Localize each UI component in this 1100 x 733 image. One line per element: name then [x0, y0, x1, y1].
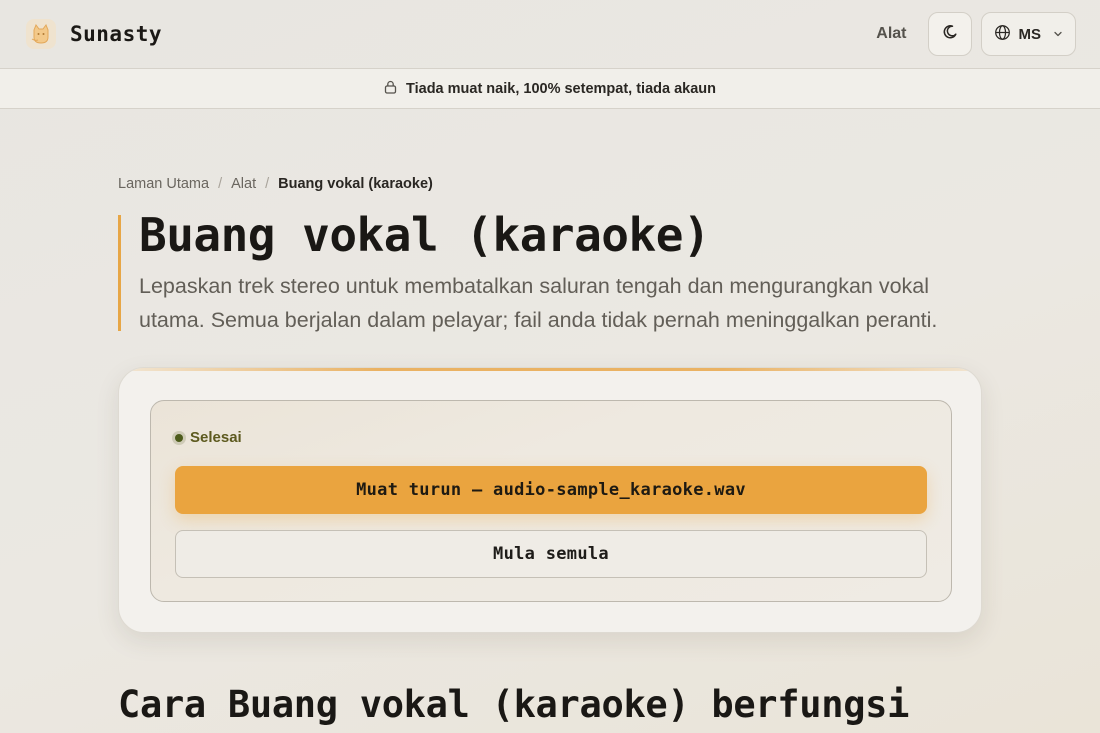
breadcrumb-home[interactable]: Laman Utama — [118, 176, 209, 192]
privacy-banner: Tiada muat naik, 100% setempat, tiada ak… — [0, 68, 1100, 109]
lock-icon — [384, 80, 397, 98]
how-it-works-heading: Cara Buang vokal (karaoke) berfungsi — [118, 683, 910, 726]
language-selector[interactable]: MS — [980, 12, 1076, 56]
nav-link-tools[interactable]: Alat — [876, 25, 906, 43]
status-dot-icon — [175, 433, 183, 442]
result-panel: Selesai Muat turun — audio-sample_karaok… — [150, 400, 952, 602]
brand-link[interactable]: Sunasty — [26, 19, 162, 49]
hero-section: Buang vokal (karaoke) Lepaskan trek ster… — [118, 208, 998, 332]
cat-logo-icon — [26, 19, 56, 49]
theme-toggle-button[interactable] — [927, 12, 972, 56]
download-button[interactable]: Muat turun — audio-sample_karaoke.wav — [175, 466, 927, 514]
language-label: MS — [1018, 25, 1042, 43]
breadcrumb: Laman Utama / Alat / Buang vokal (karaok… — [118, 176, 433, 192]
globe-icon — [994, 24, 1011, 45]
page-description: Lepaskan trek stereo untuk membatalkan s… — [139, 274, 938, 332]
restart-button[interactable]: Mula semula — [175, 530, 927, 578]
status-indicator: Selesai — [175, 429, 242, 446]
breadcrumb-current: Buang vokal (karaoke) — [278, 176, 433, 192]
breadcrumb-separator: / — [265, 176, 270, 192]
site-header: Sunasty Alat MS — [0, 0, 1100, 68]
status-label: Selesai — [190, 429, 242, 446]
page-title: Buang vokal (karaoke) — [139, 208, 711, 262]
moon-icon — [942, 24, 958, 45]
breadcrumb-tools[interactable]: Alat — [231, 176, 256, 192]
breadcrumb-separator: / — [218, 176, 223, 192]
brand-name: Sunasty — [70, 22, 163, 46]
banner-text: Tiada muat naik, 100% setempat, tiada ak… — [406, 80, 716, 97]
tool-card: Selesai Muat turun — audio-sample_karaok… — [118, 367, 982, 633]
card-accent-line — [119, 368, 981, 371]
header-nav: Alat MS — [876, 12, 1076, 56]
chevron-down-icon — [1053, 26, 1063, 43]
